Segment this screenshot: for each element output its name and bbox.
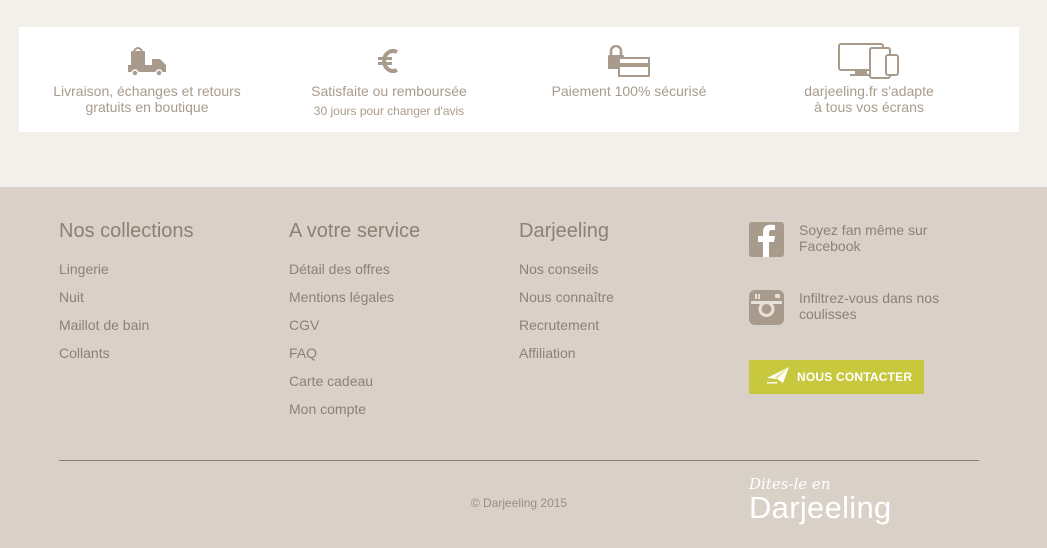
footer-link-offres[interactable]: Détail des offres	[289, 261, 420, 277]
footer-link-faq[interactable]: FAQ	[289, 345, 420, 361]
footer-collections: Nos collections Lingerie Nuit Maillot de…	[59, 221, 194, 373]
contact-button-label: NOUS CONTACTER	[797, 370, 913, 384]
footer-service: A votre service Détail des offres Mentio…	[289, 221, 420, 429]
delivery-truck-icon	[27, 43, 267, 79]
benefit-responsive: darjeeling.fr s'adapte à tous vos écrans	[749, 43, 989, 115]
footer-link-carte-cadeau[interactable]: Carte cadeau	[289, 373, 420, 389]
footer-link-cgv[interactable]: CGV	[289, 317, 420, 333]
benefit-satisfaction: Satisfaite ou remboursée 30 jours pour c…	[269, 43, 509, 119]
secure-payment-icon	[509, 43, 749, 79]
footer-link-collants[interactable]: Collants	[59, 345, 194, 361]
instagram-text[interactable]: Infiltrez-vous dans nos coulisses	[799, 290, 949, 325]
benefits-bar: Livraison, échanges et retours gratuits …	[19, 27, 1019, 132]
contact-button[interactable]: NOUS CONTACTER	[749, 360, 924, 394]
footer-link-nuit[interactable]: Nuit	[59, 289, 194, 305]
facebook-link[interactable]: Soyez fan même sur Facebook	[749, 222, 949, 257]
footer-link-maillot[interactable]: Maillot de bain	[59, 317, 194, 333]
footer-link-conseils[interactable]: Nos conseils	[519, 261, 614, 277]
instagram-icon[interactable]	[749, 290, 784, 325]
footer-divider	[59, 460, 979, 461]
footer-heading: Darjeeling	[519, 220, 610, 242]
paper-plane-icon	[766, 366, 790, 389]
footer-darjeeling: Darjeeling Nos conseils Nous connaître R…	[519, 221, 614, 373]
brand-name: Darjeeling	[749, 490, 892, 525]
benefit-secure-payment: Paiement 100% sécurisé	[509, 43, 749, 99]
footer-heading: A votre service	[289, 220, 421, 242]
euro-icon	[269, 43, 509, 79]
benefit-subtitle: 30 jours pour changer d'avis	[313, 104, 465, 118]
footer-link-connaitre[interactable]: Nous connaître	[519, 289, 614, 305]
benefit-free-delivery: Livraison, échanges et retours gratuits …	[27, 43, 267, 115]
benefit-title: Satisfaite ou remboursée	[311, 83, 467, 99]
footer-link-mon-compte[interactable]: Mon compte	[289, 401, 420, 417]
footer-link-recrutement[interactable]: Recrutement	[519, 317, 614, 333]
brand-logo[interactable]: Dites-le en Darjeeling	[749, 476, 892, 524]
site-footer: Nos collections Lingerie Nuit Maillot de…	[0, 187, 1047, 548]
benefit-title: darjeeling.fr s'adapte à tous vos écrans	[804, 83, 934, 115]
benefit-title: Livraison, échanges et retours gratuits …	[53, 83, 241, 115]
facebook-icon[interactable]	[749, 222, 784, 257]
devices-icon	[749, 43, 989, 79]
footer-link-lingerie[interactable]: Lingerie	[59, 261, 194, 277]
benefit-title: Paiement 100% sécurisé	[551, 83, 707, 99]
facebook-text[interactable]: Soyez fan même sur Facebook	[799, 222, 949, 257]
instagram-link[interactable]: Infiltrez-vous dans nos coulisses	[749, 290, 949, 325]
footer-heading: Nos collections	[59, 220, 194, 242]
footer-link-mentions[interactable]: Mentions légales	[289, 289, 420, 305]
footer-link-affiliation[interactable]: Affiliation	[519, 345, 614, 361]
